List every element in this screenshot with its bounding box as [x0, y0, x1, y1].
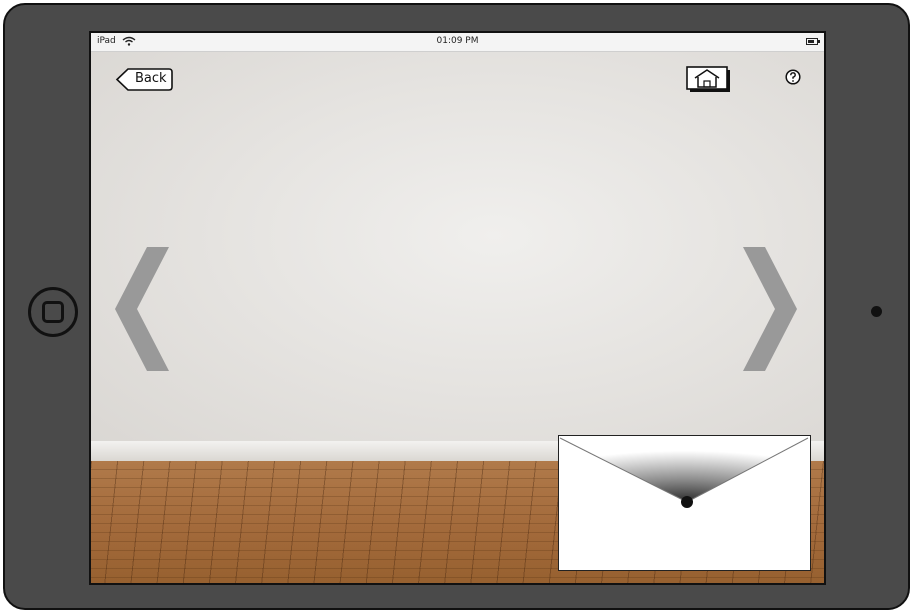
back-button[interactable]: Back — [115, 67, 173, 92]
home-nav-button[interactable] — [686, 66, 732, 94]
view-cone-diagram — [559, 437, 809, 520]
home-button-square — [42, 301, 64, 323]
house-icon — [686, 66, 730, 92]
previous-view-arrow[interactable] — [115, 247, 169, 371]
status-time: 01:09 PM — [436, 36, 479, 46]
back-label: Back — [135, 71, 167, 86]
device-home-button[interactable] — [28, 287, 78, 337]
screen: iPad 01:09 PM Back — [89, 31, 826, 585]
viewer-position-dot — [681, 496, 693, 508]
help-button[interactable] — [785, 69, 801, 85]
chevron-right-icon — [743, 247, 797, 371]
question-mark-icon — [785, 69, 801, 85]
battery-icon — [806, 38, 820, 45]
device-camera — [871, 306, 882, 317]
view-direction-minimap[interactable] — [558, 435, 811, 571]
room-wall — [91, 51, 824, 461]
status-bar: iPad 01:09 PM — [91, 33, 824, 52]
next-view-arrow[interactable] — [743, 247, 797, 371]
chevron-left-icon — [115, 247, 169, 371]
